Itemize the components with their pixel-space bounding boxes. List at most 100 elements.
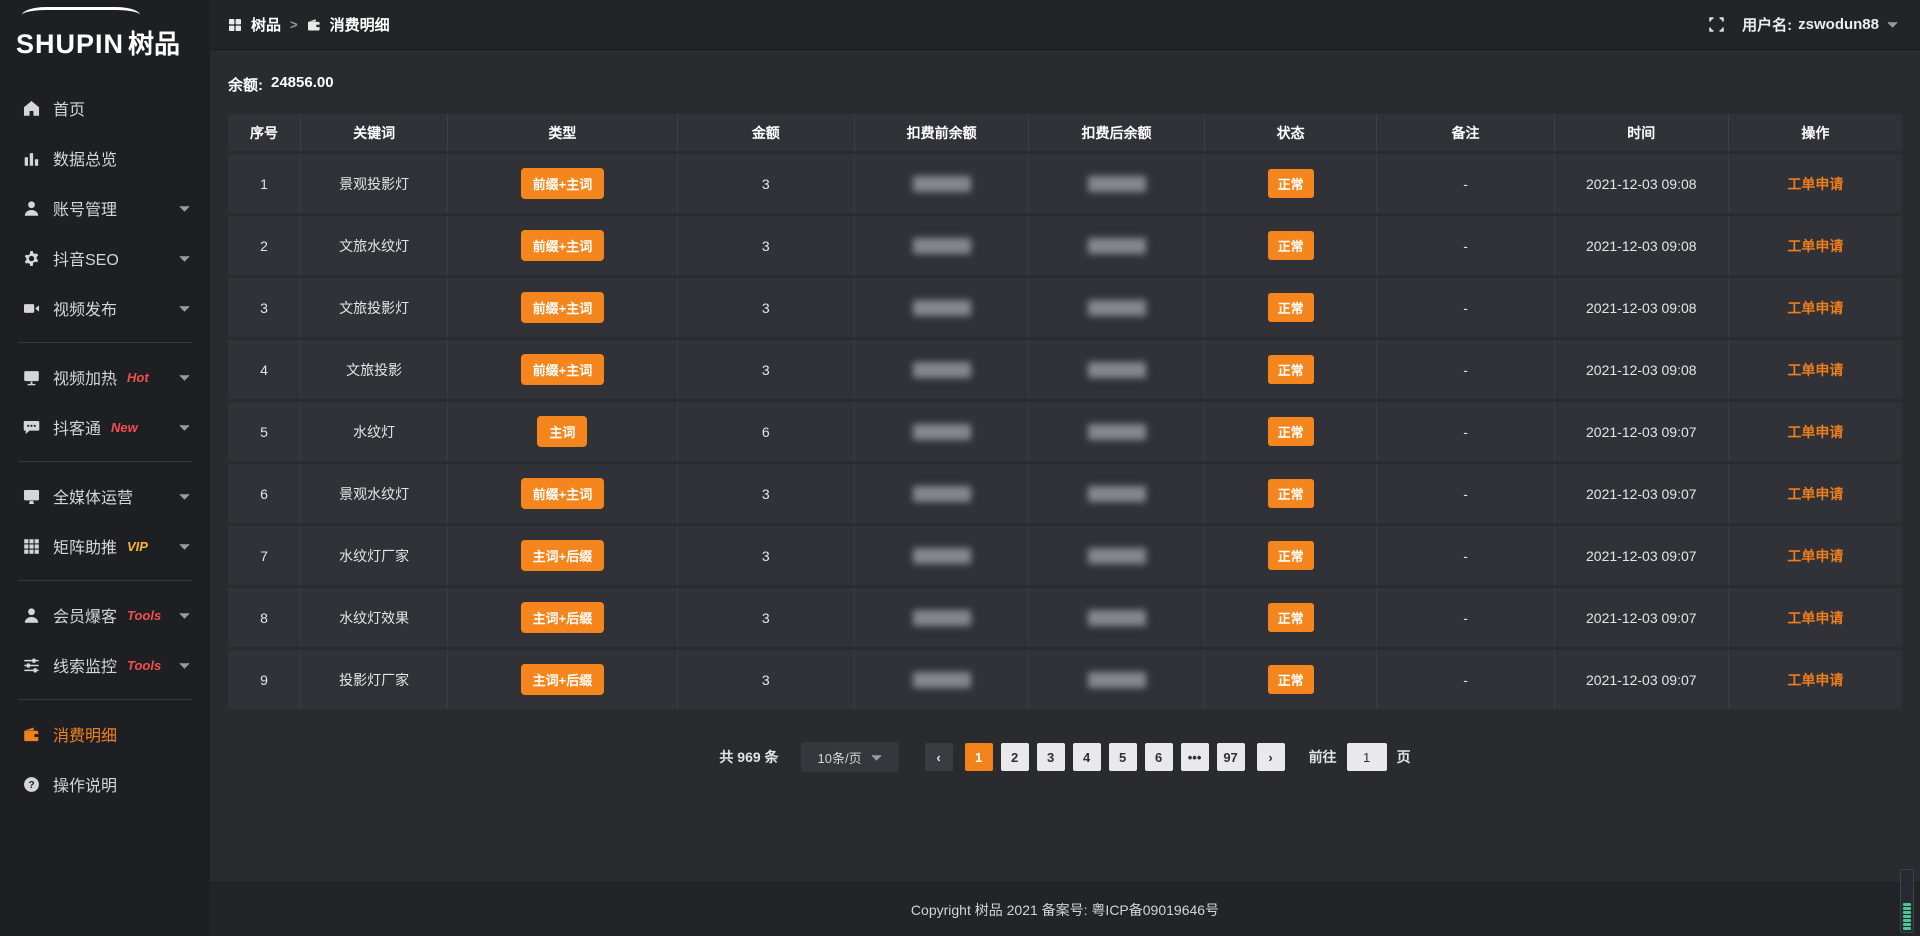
cell-amount: 3 [677, 650, 854, 709]
work-order-link[interactable]: 工单申请 [1787, 610, 1843, 626]
app-logo: SHUPIN树品 [0, 0, 210, 71]
sidebar-item-matrix-boost[interactable]: 矩阵助推 VIP [0, 521, 210, 571]
masked-balance [1088, 362, 1146, 378]
cell-balance-before [854, 216, 1028, 275]
cell-remark: - [1376, 588, 1553, 647]
sidebar-item-home[interactable]: 首页 [0, 83, 210, 133]
cell-keyword: 投影灯厂家 [300, 650, 447, 709]
masked-balance [913, 176, 971, 192]
page-size-select[interactable]: 10条/页 [801, 742, 899, 772]
table-row: 5 水纹灯 主词 6 正常 - 2021-12-03 09:07 工单申请 [228, 402, 1902, 461]
type-badge: 主词 [537, 416, 587, 447]
cell-index: 2 [228, 216, 300, 275]
work-order-link[interactable]: 工单申请 [1787, 672, 1843, 688]
breadcrumb-root[interactable]: 树品 [251, 14, 281, 35]
work-order-link[interactable]: 工单申请 [1787, 486, 1843, 502]
cell-keyword: 文旅投影 [300, 340, 447, 399]
work-order-link[interactable]: 工单申请 [1787, 238, 1843, 254]
next-page-button[interactable]: › [1257, 743, 1285, 771]
cell-keyword: 水纹灯效果 [300, 588, 447, 647]
table-row: 4 文旅投影 前缀+主词 3 正常 - 2021-12-03 09:08 工单申… [228, 340, 1902, 399]
sidebar-item-douyin-seo[interactable]: 抖音SEO [0, 233, 210, 283]
sidebar-item-member-baoke[interactable]: 会员爆客 Tools [0, 590, 210, 640]
cell-amount: 3 [677, 154, 854, 213]
cell-balance-before [854, 526, 1028, 585]
goto-label: 前往 [1309, 747, 1337, 767]
sidebar-item-badge: Hot [127, 370, 149, 385]
cell-type: 前缀+主词 [447, 340, 676, 399]
content-area: 余额: 24856.00 序号关键词类型金额扣费前余额扣费后余额状态备注时间操作… [210, 50, 1920, 882]
table-body: 1 景观投影灯 前缀+主词 3 正常 - 2021-12-03 09:08 工单… [228, 154, 1902, 709]
home-icon [22, 99, 40, 117]
user-menu[interactable]: 用户名: zswodun88 [1742, 14, 1898, 35]
masked-balance [913, 548, 971, 564]
masked-balance [1088, 486, 1146, 502]
cell-amount: 3 [677, 278, 854, 337]
sidebar-item-clue-monitor[interactable]: 线索监控 Tools [0, 640, 210, 690]
goto-page-input[interactable] [1347, 743, 1387, 771]
chevron-down-icon [179, 205, 190, 212]
status-badge: 正常 [1268, 417, 1314, 446]
app-window: SHUPIN树品 首页 数据总览 账号管理 抖音SEO 视频发布 [0, 0, 1920, 936]
table-header-row: 序号关键词类型金额扣费前余额扣费后余额状态备注时间操作 [228, 114, 1902, 151]
type-badge: 前缀+主词 [521, 292, 605, 323]
table-row: 9 投影灯厂家 主词+后缀 3 正常 - 2021-12-03 09:07 工单… [228, 650, 1902, 709]
cell-remark: - [1376, 464, 1553, 523]
cell-balance-before [854, 340, 1028, 399]
column-header: 关键词 [300, 114, 447, 151]
sidebar-item-consume-detail[interactable]: 消费明细 [0, 709, 210, 759]
cell-type: 主词+后缀 [447, 650, 676, 709]
work-order-link[interactable]: 工单申请 [1787, 362, 1843, 378]
cell-type: 前缀+主词 [447, 216, 676, 275]
work-order-link[interactable]: 工单申请 [1787, 176, 1843, 192]
sidebar-item-video-heat[interactable]: 视频加热 Hot [0, 352, 210, 402]
chevron-down-icon [179, 612, 190, 619]
sidebar-item-account-manage[interactable]: 账号管理 [0, 183, 210, 233]
logo-suffix: 树品 [128, 29, 180, 59]
cell-balance-before [854, 402, 1028, 461]
page-button-5[interactable]: 5 [1109, 743, 1137, 771]
cell-type: 主词+后缀 [447, 588, 676, 647]
type-badge: 前缀+主词 [521, 478, 605, 509]
cell-action: 工单申请 [1728, 588, 1902, 647]
cell-balance-before [854, 154, 1028, 213]
cell-remark: - [1376, 340, 1553, 399]
page-button-6[interactable]: 6 [1145, 743, 1173, 771]
sidebar-item-doukertong[interactable]: 抖客通 New [0, 402, 210, 452]
cell-balance-after [1028, 464, 1204, 523]
sidebar-item-media-ops[interactable]: 全媒体运营 [0, 471, 210, 521]
fullscreen-icon[interactable] [1709, 17, 1724, 32]
work-order-link[interactable]: 工单申请 [1787, 424, 1843, 440]
prev-page-button[interactable]: ‹ [925, 743, 953, 771]
cell-time: 2021-12-03 09:07 [1554, 464, 1728, 523]
page-button-97[interactable]: 97 [1217, 743, 1245, 771]
sidebar-item-video-publish[interactable]: 视频发布 [0, 283, 210, 333]
screen-icon [22, 368, 40, 386]
sidebar-divider [18, 342, 192, 343]
cell-status: 正常 [1204, 278, 1376, 337]
sidebar-item-data-overview[interactable]: 数据总览 [0, 133, 210, 183]
page-button-2[interactable]: 2 [1001, 743, 1029, 771]
cell-time: 2021-12-03 09:07 [1554, 526, 1728, 585]
cell-balance-after [1028, 588, 1204, 647]
more-pages-button[interactable]: ••• [1181, 743, 1209, 771]
total-count: 共 969 条 [719, 747, 778, 767]
cell-status: 正常 [1204, 526, 1376, 585]
page-button-3[interactable]: 3 [1037, 743, 1065, 771]
sidebar-item-help[interactable]: ? 操作说明 [0, 759, 210, 809]
cell-type: 主词+后缀 [447, 526, 676, 585]
page-size-value: 10条/页 [818, 748, 862, 767]
work-order-link[interactable]: 工单申请 [1787, 300, 1843, 316]
cell-index: 9 [228, 650, 300, 709]
page-button-4[interactable]: 4 [1073, 743, 1101, 771]
table-row: 1 景观投影灯 前缀+主词 3 正常 - 2021-12-03 09:08 工单… [228, 154, 1902, 213]
dashboard-icon [228, 18, 242, 32]
page-button-1[interactable]: 1 [965, 743, 993, 771]
chevron-down-icon [179, 424, 190, 431]
monitor-icon [22, 487, 40, 505]
masked-balance [913, 610, 971, 626]
work-order-link[interactable]: 工单申请 [1787, 548, 1843, 564]
breadcrumb: 树品 > 消费明细 [228, 14, 390, 35]
cell-status: 正常 [1204, 216, 1376, 275]
cell-time: 2021-12-03 09:08 [1554, 278, 1728, 337]
